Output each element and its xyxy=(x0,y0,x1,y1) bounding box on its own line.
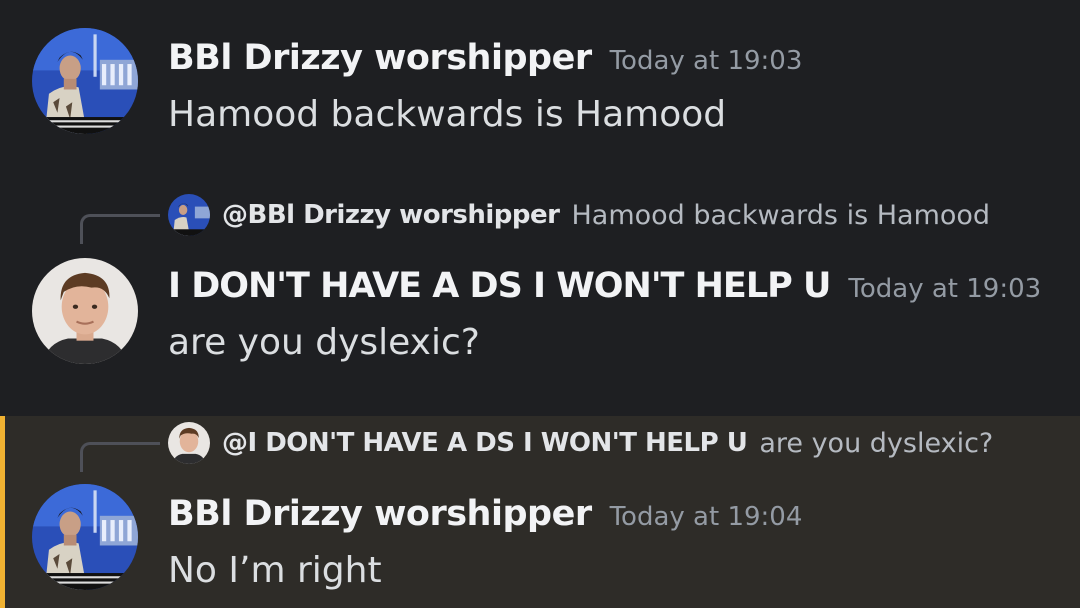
person-photo-avatar-icon xyxy=(32,258,138,364)
avatar-bbl-drizzy[interactable] xyxy=(32,484,138,590)
reply-connector xyxy=(80,214,160,244)
reply-text[interactable]: are you dyslexic? xyxy=(759,428,993,459)
anime-character-avatar-icon xyxy=(168,194,210,236)
author-name[interactable]: BBl Drizzy worshipper xyxy=(168,38,592,78)
author-name[interactable]: I DON'T HAVE A DS I WON'T HELP U xyxy=(168,266,831,306)
message-author[interactable]: BBl Drizzy worshipper Today at 19:03 xyxy=(168,38,802,78)
reply-preview[interactable]: @I DON'T HAVE A DS I WON'T HELP U are yo… xyxy=(168,421,993,465)
message-author[interactable]: BBl Drizzy worshipper Today at 19:04 xyxy=(168,494,802,534)
reply-avatar xyxy=(168,194,210,236)
anime-character-avatar-icon xyxy=(32,484,138,590)
reply-text[interactable]: Hamood backwards is Hamood xyxy=(571,200,990,231)
reply-connector xyxy=(80,442,160,472)
message-1: BBl Drizzy worshipper Today at 19:03 Hamo… xyxy=(0,0,1080,180)
message-content: Hamood backwards is Hamood xyxy=(168,94,727,135)
message-timestamp: Today at 19:03 xyxy=(609,46,803,76)
message-2: @BBl Drizzy worshipper Hamood backwards … xyxy=(0,180,1080,416)
message-content: No I’m right xyxy=(168,550,382,591)
reply-mention[interactable]: @BBl Drizzy worshipper xyxy=(222,200,560,230)
avatar-i-dont-have-a-ds[interactable] xyxy=(32,258,138,364)
message-timestamp: Today at 19:03 xyxy=(848,274,1042,304)
reply-preview[interactable]: @BBl Drizzy worshipper Hamood backwards … xyxy=(168,193,990,237)
author-name[interactable]: BBl Drizzy worshipper xyxy=(168,494,592,534)
message-content: are you dyslexic? xyxy=(168,322,480,363)
person-photo-avatar-icon xyxy=(168,422,210,464)
message-timestamp: Today at 19:04 xyxy=(609,502,803,532)
reply-mention[interactable]: @I DON'T HAVE A DS I WON'T HELP U xyxy=(222,428,748,458)
avatar-bbl-drizzy[interactable] xyxy=(32,28,138,134)
message-3: @I DON'T HAVE A DS I WON'T HELP U are yo… xyxy=(0,416,1080,608)
chat-message-list: BBl Drizzy worshipper Today at 19:03 Hamo… xyxy=(0,0,1080,608)
message-author[interactable]: I DON'T HAVE A DS I WON'T HELP U Today at… xyxy=(168,266,1041,306)
anime-character-avatar-icon xyxy=(32,28,138,134)
reply-avatar xyxy=(168,422,210,464)
